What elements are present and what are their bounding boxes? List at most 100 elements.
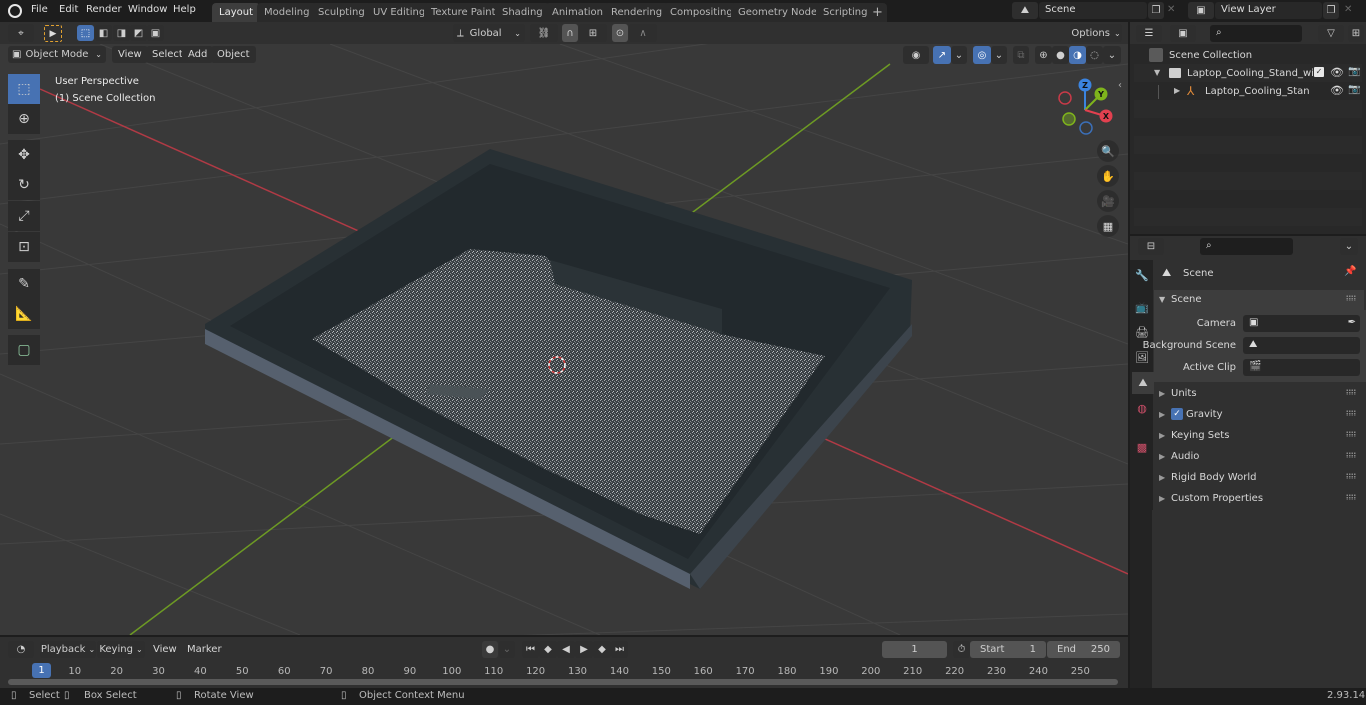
timeline-editor-type-button[interactable]: ◔ [8,641,34,658]
select-box-tool[interactable]: ⬚ [8,74,40,104]
play-button[interactable]: ▶ [575,641,593,658]
perspective-toggle-button[interactable]: ▦ [1097,215,1119,237]
add-cube-tool[interactable]: ▢ [8,335,40,365]
view-layer-browse-button[interactable]: ▣ [1188,2,1214,19]
tab-uv-editing[interactable]: UV Editing [366,3,433,22]
timeline-menu-view[interactable]: View [153,644,177,655]
tab-geometry-nodes[interactable]: Geometry Nodes [731,3,830,22]
visibility-dropdown[interactable]: ◉ [903,46,929,64]
auto-keying-toggle[interactable]: ● [482,641,498,658]
panel-audio[interactable]: ▶ Audio [1154,447,1364,467]
navigation-gizmo[interactable]: Z Y X [1055,76,1115,136]
filter-dropdown[interactable]: ▽ [1318,25,1344,42]
drag-grip-icon[interactable] [1346,389,1356,395]
new-collection-button[interactable]: ⊞ [1348,25,1364,42]
snap-toggle[interactable]: ∩ [562,24,578,42]
tool-settings-button[interactable]: ▶ [44,25,62,42]
drag-grip-icon[interactable] [1346,452,1356,458]
add-workspace-button[interactable]: + [868,3,887,22]
tab-rendering[interactable]: Rendering [604,3,670,22]
tab-render[interactable]: 📺 [1132,296,1152,318]
menu-add[interactable]: Add [182,46,214,63]
display-mode-dropdown[interactable]: ▣ [1170,25,1196,42]
properties-search-input[interactable]: ⌕ [1200,238,1293,255]
outliner-collection-row[interactable]: ▼ Laptop_Cooling_Stand_with_E ✓ 👁 📷 [1136,65,1362,83]
tab-compositing[interactable]: Compositing [663,3,740,22]
gizmo-toggle[interactable]: ↗ [933,46,951,64]
eye-icon[interactable]: 👁 [1330,84,1344,97]
tab-world[interactable]: ◍ [1132,397,1152,419]
move-tool[interactable]: ✥ [8,140,40,170]
transform-orientation-dropdown[interactable]: ⟂ Global ⌄ [453,24,525,42]
outliner-object-row[interactable]: ▶ ⅄ Laptop_Cooling_Stand_w 👁 📷 [1136,83,1362,101]
scene-name-field[interactable]: Scene [1039,2,1147,19]
scale-tool[interactable]: ⤢ [8,201,40,231]
delete-view-layer-icon[interactable]: ✕ [1344,4,1352,15]
pivot-point-dropdown[interactable]: ⛓ [530,24,558,42]
annotate-tool[interactable]: ✎ [8,269,40,299]
expand-arrow-icon[interactable]: ▶ [1174,86,1180,95]
outliner-scene-collection[interactable]: Scene Collection [1136,47,1362,65]
drag-grip-icon[interactable] [1346,494,1356,500]
end-frame-field[interactable]: End 250 [1047,641,1120,658]
tab-texture[interactable]: ▩ [1132,436,1152,458]
object-mode-dropdown[interactable]: ▣ Object Mode ⌄ [8,46,106,63]
keying-menu[interactable]: Keying ⌄ [97,641,145,658]
jump-end-button[interactable]: ⏭ [611,641,628,658]
tab-shading[interactable]: Shading [495,3,550,22]
exclude-checkbox[interactable]: ✓ [1314,67,1324,77]
tab-sculpting[interactable]: Sculpting [311,3,372,22]
xray-toggle[interactable]: ⧉ [1013,46,1029,64]
camera-field[interactable]: ▣ ✒ [1243,315,1360,332]
preview-range-toggle[interactable]: ⏱ [953,641,970,658]
tab-texture-paint[interactable]: Texture Paint [424,3,503,22]
cursor-tool[interactable]: ⊕ [8,104,40,134]
proportional-edit-toggle[interactable]: ⊙ [612,24,628,42]
pan-view-button[interactable]: ✋ [1097,165,1119,187]
panel-gravity[interactable]: ▶ ✓ Gravity [1154,405,1364,425]
drag-grip-icon[interactable] [1346,473,1356,479]
view-layer-name-field[interactable]: View Layer [1215,2,1322,19]
overlays-dropdown[interactable]: ⌄ [991,46,1007,64]
panel-custom-properties[interactable]: ▶ Custom Properties [1154,489,1364,509]
tab-scripting[interactable]: Scripting [816,3,875,22]
playback-menu[interactable]: Playback ⌄ [40,641,96,658]
transform-tool[interactable]: ⊡ [8,232,40,262]
scene-browse-button[interactable]: ⛰ [1012,2,1038,19]
menu-edit[interactable]: Edit [59,4,78,15]
drag-grip-icon[interactable] [1346,410,1356,416]
rotate-tool[interactable]: ↻ [8,170,40,200]
background-scene-field[interactable]: ⛰ [1243,337,1360,354]
menu-view[interactable]: View [112,46,148,63]
shading-wireframe[interactable]: ⊕ [1035,46,1052,64]
tab-modeling[interactable]: Modeling [257,3,317,22]
render-camera-icon[interactable]: 📷 [1348,66,1360,77]
panel-units[interactable]: ▶ Units [1154,384,1364,404]
current-frame-field[interactable]: 1 [882,641,947,658]
auto-keying-dropdown[interactable]: ⌄ [499,641,515,658]
outliner-search-input[interactable]: ⌕ [1210,25,1302,42]
shading-solid[interactable]: ● [1052,46,1069,64]
tab-scene[interactable]: ⛰ [1132,372,1154,394]
properties-editor-type-button[interactable]: ⊟ [1138,238,1164,255]
menu-file[interactable]: File [31,4,48,15]
select-mode-extend[interactable]: ◧ [95,25,112,41]
gizmo-dropdown[interactable]: ⌄ [951,46,967,64]
new-view-layer-button[interactable]: ❐ [1323,2,1339,19]
shading-material[interactable]: ◑ [1069,46,1086,64]
jump-start-button[interactable]: ⏮ [522,641,539,658]
menu-object[interactable]: Object [211,46,256,63]
next-keyframe-button[interactable]: ◆ [593,641,611,658]
shading-dropdown[interactable]: ⌄ [1103,46,1121,64]
select-mode-intersect[interactable]: ▣ [147,25,164,41]
properties-options-dropdown[interactable]: ⌄ [1340,238,1358,255]
tab-tool[interactable]: 🔧 [1132,264,1152,286]
menu-window[interactable]: Window [128,4,167,15]
3d-viewport[interactable]: User Perspective (1) Scene Collection ◉ … [0,44,1128,635]
panel-keying-sets[interactable]: ▶ Keying Sets [1154,426,1364,446]
zoom-view-button[interactable]: 🔍 [1097,140,1119,162]
prev-keyframe-button[interactable]: ◆ [539,641,557,658]
sidebar-toggle-icon[interactable]: ‹ [1118,80,1122,91]
render-camera-icon[interactable]: 📷 [1348,84,1360,95]
outliner-editor-type-button[interactable]: ☰ [1136,25,1162,42]
